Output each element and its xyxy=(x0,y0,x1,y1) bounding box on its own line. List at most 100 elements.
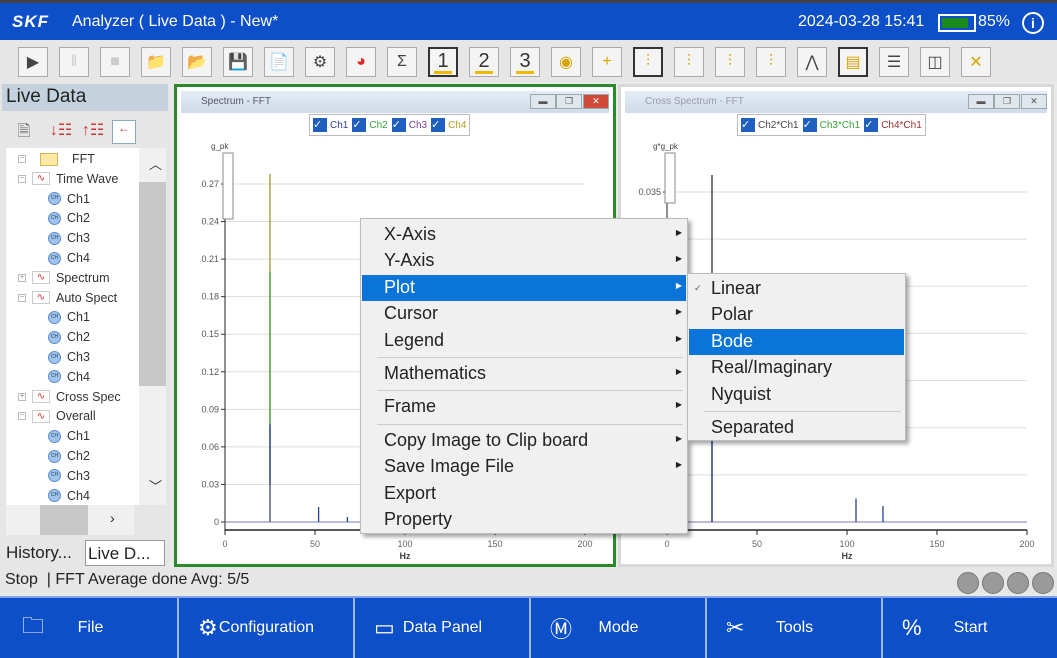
tree-item[interactable]: − ∿ Overall xyxy=(18,409,96,423)
tree-item[interactable]: CH Ch3 xyxy=(48,469,90,483)
tab-live-data[interactable]: Live D... xyxy=(85,540,165,566)
legend-item[interactable]: ✓ Ch4 xyxy=(431,118,466,132)
tree-item[interactable]: − ∿ Time Wave xyxy=(18,172,118,186)
scroll-thumb[interactable] xyxy=(40,505,88,535)
tree-item[interactable]: + ∿ Spectrum xyxy=(18,271,110,285)
layout-2-button[interactable]: 2 xyxy=(469,47,499,77)
single-cursor-button[interactable]: ⫶ xyxy=(633,47,663,77)
tree-item[interactable]: CH Ch4 xyxy=(48,370,90,384)
legend-item[interactable]: ✓ Ch1 xyxy=(313,118,348,132)
submenu-item-linear[interactable]: ✓ Linear xyxy=(689,276,904,302)
menu-item-property[interactable]: Property xyxy=(362,507,686,533)
play-button[interactable]: ▶ xyxy=(18,47,48,77)
legend-item[interactable]: ✓ Ch2*Ch1 xyxy=(741,118,799,132)
settings-button[interactable]: ⚙ xyxy=(305,47,335,77)
menu-item-copy-image-to-clip-board[interactable]: Copy Image to Clip board ▶ xyxy=(362,428,686,454)
expand-tree-icon[interactable]: ↓☷ xyxy=(49,120,73,144)
menu-item-export[interactable]: Export xyxy=(362,481,686,507)
tree-item[interactable]: − ∿ Auto Spect xyxy=(18,291,117,305)
annotation-button[interactable]: ▤ xyxy=(838,47,868,77)
collapse-panel-icon[interactable]: ← xyxy=(112,120,136,144)
stop-button[interactable]: ■ xyxy=(100,47,130,77)
vertical-scrollbar[interactable]: ︿ ﹀ xyxy=(139,148,166,505)
view-file-button[interactable]: ◉ xyxy=(551,47,581,77)
layout-1-button[interactable]: 1 xyxy=(428,47,458,77)
checkbox-checked-icon[interactable]: ✓ xyxy=(864,118,879,132)
checkbox-checked-icon[interactable]: ✓ xyxy=(313,118,327,132)
checkbox-checked-icon[interactable]: ✓ xyxy=(431,118,446,132)
restore-button[interactable]: ❐ xyxy=(994,94,1020,109)
tab-history[interactable]: History... xyxy=(4,540,84,566)
save-button[interactable]: 💾 xyxy=(223,47,253,77)
tree-item[interactable]: CH Ch4 xyxy=(48,251,90,265)
expand-icon[interactable]: − xyxy=(18,155,26,163)
tree-item[interactable]: − FFT xyxy=(18,152,95,166)
bottom-button-configuration[interactable]: ⚙ Configuration xyxy=(180,598,355,658)
tree-item[interactable]: + ∿ Cross Spec xyxy=(18,390,121,404)
close-window-button[interactable]: ✕ xyxy=(961,47,991,77)
sideband-cursor-button[interactable]: ⫶ xyxy=(756,47,786,77)
restore-button[interactable]: ❐ xyxy=(556,94,582,109)
tree-item[interactable]: CH Ch4 xyxy=(48,489,90,503)
bottom-button-file[interactable]: 🗀 File xyxy=(4,598,179,658)
legend-item[interactable]: ✓ Ch3*Ch1 xyxy=(802,118,860,132)
checkbox-checked-icon[interactable]: ✓ xyxy=(741,118,755,132)
bottom-button-data-panel[interactable]: ▭ Data Panel xyxy=(356,598,531,658)
legend-item[interactable]: ✓ Ch3 xyxy=(391,118,427,132)
harmonic-cursor-button[interactable]: ⫶ xyxy=(674,47,704,77)
info-icon[interactable]: i xyxy=(1022,12,1044,34)
checkbox-checked-icon[interactable]: ✓ xyxy=(352,118,367,132)
checkbox-checked-icon[interactable]: ✓ xyxy=(802,118,817,132)
tree-item[interactable]: CH Ch2 xyxy=(48,211,90,225)
layout-3-button[interactable]: 3 xyxy=(510,47,540,77)
split-horizontal-button[interactable]: ☰ xyxy=(879,47,909,77)
tree-item[interactable]: CH Ch3 xyxy=(48,231,90,245)
peak-cursor-button[interactable]: ⋀ xyxy=(797,47,827,77)
split-vertical-button[interactable]: ◫ xyxy=(920,47,950,77)
refresh-doc-icon[interactable]: 🗎 xyxy=(12,120,36,144)
open-folder-button[interactable]: 📂 xyxy=(182,47,212,77)
tree-item[interactable]: CH Ch2 xyxy=(48,330,90,344)
bottom-button-start[interactable]: % Start xyxy=(884,598,1057,658)
expand-icon[interactable]: − xyxy=(18,412,26,421)
menu-item-frame[interactable]: Frame ▶ xyxy=(362,394,686,420)
menu-item-cursor[interactable]: Cursor ▶ xyxy=(362,301,686,327)
new-folder-button[interactable]: 📁 xyxy=(141,47,171,77)
collapse-tree-icon[interactable]: ↑☷ xyxy=(81,120,105,144)
add-cursor-button[interactable]: + xyxy=(592,47,622,77)
expand-icon[interactable]: − xyxy=(18,293,26,302)
pause-button[interactable]: ‖ xyxy=(59,47,89,77)
minimize-button[interactable]: ▬ xyxy=(530,94,556,109)
scroll-thumb[interactable] xyxy=(139,182,166,386)
close-button[interactable]: ✕ xyxy=(583,94,609,109)
expand-icon[interactable]: + xyxy=(18,392,26,401)
scroll-down-icon[interactable]: ﹀ xyxy=(149,476,162,495)
menu-item-mathematics[interactable]: Mathematics ▶ xyxy=(362,361,686,387)
sigma-button[interactable]: Σ xyxy=(387,47,417,77)
menu-item-plot[interactable]: Plot ▶ xyxy=(362,274,686,301)
close-button[interactable]: ✕ xyxy=(1021,94,1047,109)
tree-item[interactable]: CH Ch1 xyxy=(48,429,90,443)
minimize-button[interactable]: ▬ xyxy=(968,94,994,109)
band-cursor-button[interactable]: ⫶ xyxy=(715,47,745,77)
scroll-up-icon[interactable]: ︿ xyxy=(149,154,162,173)
pie-chart-button[interactable]: ◕ xyxy=(346,47,376,77)
bottom-button-tools[interactable]: ✂ Tools xyxy=(708,598,883,658)
submenu-item-real-imaginary[interactable]: Real/Imaginary xyxy=(689,355,904,381)
cursor-readout[interactable] xyxy=(664,152,676,204)
tree-item[interactable]: CH Ch1 xyxy=(48,310,90,324)
tree-item[interactable]: CH Ch1 xyxy=(48,192,90,206)
menu-item-y-axis[interactable]: Y-Axis ▶ xyxy=(362,248,686,274)
expand-icon[interactable]: − xyxy=(18,174,26,183)
menu-item-save-image-file[interactable]: Save Image File ▶ xyxy=(362,454,686,480)
menu-item-legend[interactable]: Legend ▶ xyxy=(362,328,686,354)
submenu-item-polar[interactable]: Polar xyxy=(689,302,904,328)
tree-item[interactable]: CH Ch2 xyxy=(48,449,90,463)
horizontal-scrollbar[interactable]: ‹ › xyxy=(6,505,134,535)
submenu-item-bode[interactable]: Bode xyxy=(689,328,904,355)
cursor-readout[interactable] xyxy=(222,152,234,220)
checkbox-checked-icon[interactable]: ✓ xyxy=(391,118,406,132)
menu-item-x-axis[interactable]: X-Axis ▶ xyxy=(362,222,686,248)
new-report-button[interactable]: 📄 xyxy=(264,47,294,77)
tree-item[interactable]: CH Ch3 xyxy=(48,350,90,364)
